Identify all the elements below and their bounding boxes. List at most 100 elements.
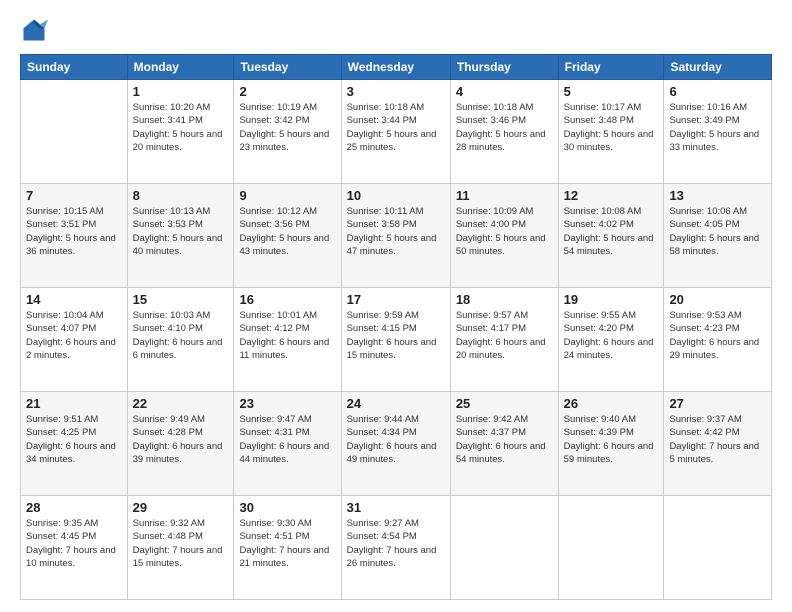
calendar-cell: 30 Sunrise: 9:30 AMSunset: 4:51 PMDayligh… — [234, 496, 341, 600]
day-number: 30 — [239, 500, 335, 515]
calendar-header-row: SundayMondayTuesdayWednesdayThursdayFrid… — [21, 55, 772, 80]
calendar-cell: 27 Sunrise: 9:37 AMSunset: 4:42 PMDayligh… — [664, 392, 772, 496]
calendar-cell: 25Sunrise: 9:42 AMSunset: 4:37 PMDayligh… — [450, 392, 558, 496]
day-info: Sunrise: 9:27 AMSunset: 4:54 PMDaylight:… — [347, 517, 445, 570]
day-info: Sunrise: 10:15 AMSunset: 3:51 PMDaylight… — [26, 205, 122, 258]
calendar-cell — [450, 496, 558, 600]
calendar-cell — [21, 80, 128, 184]
day-info: Sunrise: 10:06 AMSunset: 4:05 PMDaylight… — [669, 205, 766, 258]
day-number: 25 — [456, 396, 553, 411]
day-info: Sunrise: 9:44 AMSunset: 4:34 PMDaylight:… — [347, 413, 445, 466]
calendar-cell: 23 Sunrise: 9:47 AMSunset: 4:31 PMDayligh… — [234, 392, 341, 496]
calendar-cell: 22 Sunrise: 9:49 AMSunset: 4:28 PMDayligh… — [127, 392, 234, 496]
day-info: Sunrise: 10:11 AMSunset: 3:58 PMDaylight… — [347, 205, 445, 258]
day-number: 10 — [347, 188, 445, 203]
calendar-week-1: 1Sunrise: 10:20 AMSunset: 3:41 PMDayligh… — [21, 80, 772, 184]
day-number: 16 — [239, 292, 335, 307]
page: SundayMondayTuesdayWednesdayThursdayFrid… — [0, 0, 792, 612]
calendar-cell: 5Sunrise: 10:17 AMSunset: 3:48 PMDayligh… — [558, 80, 664, 184]
calendar-week-4: 21 Sunrise: 9:51 AMSunset: 4:25 PMDayligh… — [21, 392, 772, 496]
day-number: 1 — [133, 84, 229, 99]
day-info: Sunrise: 9:59 AMSunset: 4:15 PMDaylight:… — [347, 309, 445, 362]
day-info: Sunrise: 10:19 AMSunset: 3:42 PMDaylight… — [239, 101, 335, 154]
calendar-cell: 19 Sunrise: 9:55 AMSunset: 4:20 PMDayligh… — [558, 288, 664, 392]
calendar-cell — [558, 496, 664, 600]
day-number: 2 — [239, 84, 335, 99]
calendar-cell: 9Sunrise: 10:12 AMSunset: 3:56 PMDayligh… — [234, 184, 341, 288]
calendar-cell: 1Sunrise: 10:20 AMSunset: 3:41 PMDayligh… — [127, 80, 234, 184]
day-info: Sunrise: 10:03 AMSunset: 4:10 PMDaylight… — [133, 309, 229, 362]
day-number: 14 — [26, 292, 122, 307]
calendar-cell: 24 Sunrise: 9:44 AMSunset: 4:34 PMDayligh… — [341, 392, 450, 496]
day-info: Sunrise: 9:49 AMSunset: 4:28 PMDaylight:… — [133, 413, 229, 466]
day-number: 20 — [669, 292, 766, 307]
calendar-cell: 17 Sunrise: 9:59 AMSunset: 4:15 PMDayligh… — [341, 288, 450, 392]
calendar-cell: 16 Sunrise: 10:01 AMSunset: 4:12 PMDaylig… — [234, 288, 341, 392]
day-number: 29 — [133, 500, 229, 515]
day-info: Sunrise: 10:18 AMSunset: 3:46 PMDaylight… — [456, 101, 553, 154]
day-info: Sunrise: 10:08 AMSunset: 4:02 PMDaylight… — [564, 205, 659, 258]
calendar-cell: 4Sunrise: 10:18 AMSunset: 3:46 PMDayligh… — [450, 80, 558, 184]
calendar-cell: 3 Sunrise: 10:18 AMSunset: 3:44 PMDayligh… — [341, 80, 450, 184]
day-info: Sunrise: 9:37 AMSunset: 4:42 PMDaylight:… — [669, 413, 766, 466]
day-info: Sunrise: 10:12 AMSunset: 3:56 PMDaylight… — [239, 205, 335, 258]
day-info: Sunrise: 10:18 AMSunset: 3:44 PMDaylight… — [347, 101, 445, 154]
day-info: Sunrise: 10:01 AMSunset: 4:12 PMDaylight… — [239, 309, 335, 362]
calendar-cell: 14 Sunrise: 10:04 AMSunset: 4:07 PMDaylig… — [21, 288, 128, 392]
day-header-friday: Friday — [558, 55, 664, 80]
day-number: 3 — [347, 84, 445, 99]
calendar-cell: 15 Sunrise: 10:03 AMSunset: 4:10 PMDaylig… — [127, 288, 234, 392]
calendar-table: SundayMondayTuesdayWednesdayThursdayFrid… — [20, 54, 772, 600]
calendar-cell: 6 Sunrise: 10:16 AMSunset: 3:49 PMDayligh… — [664, 80, 772, 184]
calendar-cell: 11Sunrise: 10:09 AMSunset: 4:00 PMDaylig… — [450, 184, 558, 288]
day-info: Sunrise: 9:57 AMSunset: 4:17 PMDaylight:… — [456, 309, 553, 362]
day-number: 13 — [669, 188, 766, 203]
day-info: Sunrise: 9:40 AMSunset: 4:39 PMDaylight:… — [564, 413, 659, 466]
calendar-cell: 18 Sunrise: 9:57 AMSunset: 4:17 PMDayligh… — [450, 288, 558, 392]
calendar-week-2: 7 Sunrise: 10:15 AMSunset: 3:51 PMDayligh… — [21, 184, 772, 288]
day-number: 27 — [669, 396, 766, 411]
header — [20, 16, 772, 44]
day-number: 7 — [26, 188, 122, 203]
calendar-cell: 2 Sunrise: 10:19 AMSunset: 3:42 PMDayligh… — [234, 80, 341, 184]
day-number: 24 — [347, 396, 445, 411]
logo — [20, 16, 52, 44]
day-number: 31 — [347, 500, 445, 515]
calendar-cell: 7 Sunrise: 10:15 AMSunset: 3:51 PMDayligh… — [21, 184, 128, 288]
day-number: 17 — [347, 292, 445, 307]
calendar-cell: 21 Sunrise: 9:51 AMSunset: 4:25 PMDayligh… — [21, 392, 128, 496]
day-info: Sunrise: 10:13 AMSunset: 3:53 PMDaylight… — [133, 205, 229, 258]
calendar-week-5: 28Sunrise: 9:35 AMSunset: 4:45 PMDayligh… — [21, 496, 772, 600]
day-number: 11 — [456, 188, 553, 203]
calendar-cell: 20Sunrise: 9:53 AMSunset: 4:23 PMDayligh… — [664, 288, 772, 392]
day-info: Sunrise: 10:04 AMSunset: 4:07 PMDaylight… — [26, 309, 122, 362]
calendar-cell: 28Sunrise: 9:35 AMSunset: 4:45 PMDayligh… — [21, 496, 128, 600]
day-number: 19 — [564, 292, 659, 307]
day-info: Sunrise: 9:35 AMSunset: 4:45 PMDaylight:… — [26, 517, 122, 570]
day-number: 21 — [26, 396, 122, 411]
day-info: Sunrise: 9:55 AMSunset: 4:20 PMDaylight:… — [564, 309, 659, 362]
day-number: 8 — [133, 188, 229, 203]
calendar-cell: 8 Sunrise: 10:13 AMSunset: 3:53 PMDayligh… — [127, 184, 234, 288]
day-number: 22 — [133, 396, 229, 411]
day-number: 23 — [239, 396, 335, 411]
calendar-cell: 12Sunrise: 10:08 AMSunset: 4:02 PMDaylig… — [558, 184, 664, 288]
day-header-saturday: Saturday — [664, 55, 772, 80]
day-header-tuesday: Tuesday — [234, 55, 341, 80]
day-header-sunday: Sunday — [21, 55, 128, 80]
day-info: Sunrise: 9:30 AMSunset: 4:51 PMDaylight:… — [239, 517, 335, 570]
day-info: Sunrise: 10:17 AMSunset: 3:48 PMDaylight… — [564, 101, 659, 154]
day-number: 18 — [456, 292, 553, 307]
day-number: 26 — [564, 396, 659, 411]
day-info: Sunrise: 9:51 AMSunset: 4:25 PMDaylight:… — [26, 413, 122, 466]
day-number: 6 — [669, 84, 766, 99]
calendar-cell: 13 Sunrise: 10:06 AMSunset: 4:05 PMDaylig… — [664, 184, 772, 288]
calendar-cell: 26 Sunrise: 9:40 AMSunset: 4:39 PMDayligh… — [558, 392, 664, 496]
day-header-thursday: Thursday — [450, 55, 558, 80]
day-info: Sunrise: 10:16 AMSunset: 3:49 PMDaylight… — [669, 101, 766, 154]
calendar-cell: 10 Sunrise: 10:11 AMSunset: 3:58 PMDaylig… — [341, 184, 450, 288]
calendar-cell — [664, 496, 772, 600]
day-number: 15 — [133, 292, 229, 307]
calendar-cell: 31 Sunrise: 9:27 AMSunset: 4:54 PMDayligh… — [341, 496, 450, 600]
day-info: Sunrise: 9:47 AMSunset: 4:31 PMDaylight:… — [239, 413, 335, 466]
